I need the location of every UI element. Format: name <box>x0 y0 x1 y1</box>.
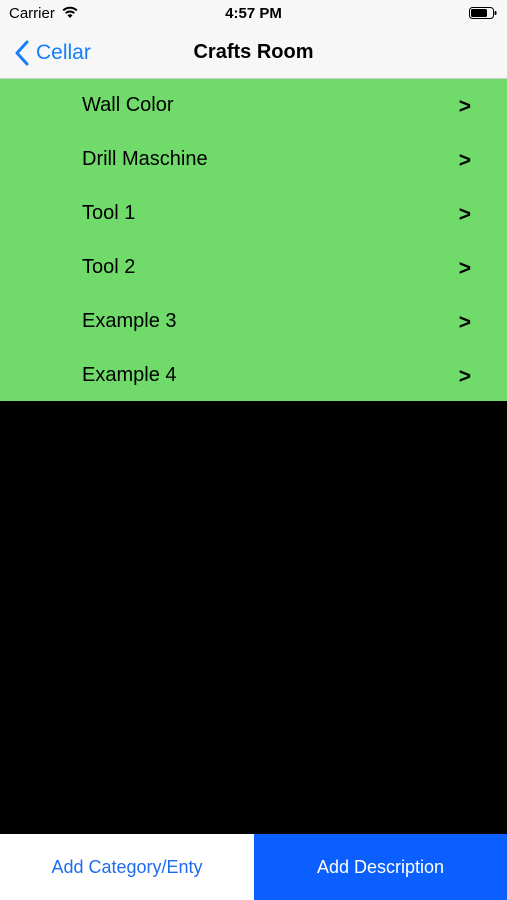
chevron-right-icon: > <box>458 203 471 226</box>
list-item[interactable]: Drill Maschine > <box>0 133 507 187</box>
chevron-right-icon: > <box>458 311 471 334</box>
battery-icon <box>469 7 497 19</box>
chevron-right-icon: > <box>458 365 471 388</box>
add-description-button[interactable]: Add Description <box>254 834 507 900</box>
list-item[interactable]: Example 4 > <box>0 349 507 403</box>
list-item[interactable]: Tool 2 > <box>0 241 507 295</box>
add-category-button[interactable]: Add Category/Enty <box>0 834 254 900</box>
list-item[interactable]: Tool 1 > <box>0 187 507 241</box>
list-item-label: Example 3 <box>82 310 177 332</box>
list-item-label: Example 4 <box>82 364 177 386</box>
chevron-right-icon: > <box>458 95 471 118</box>
list-item[interactable]: Wall Color > <box>0 79 507 133</box>
empty-content-area <box>0 401 507 834</box>
item-list: Wall Color > Drill Maschine > Tool 1 > T… <box>0 79 507 401</box>
chevron-right-icon: > <box>458 257 471 280</box>
navigation-bar: Cellar Crafts Room <box>0 27 507 79</box>
bottom-toolbar: Add Category/Enty Add Description <box>0 834 507 900</box>
status-bar: Carrier 4:57 PM <box>0 0 507 27</box>
chevron-right-icon: > <box>458 149 471 172</box>
list-item-label: Wall Color <box>82 94 174 116</box>
list-item-label: Tool 2 <box>82 256 136 278</box>
list-item-label: Tool 1 <box>82 202 136 224</box>
list-item[interactable]: Example 3 > <box>0 295 507 349</box>
page-title: Crafts Room <box>193 41 314 63</box>
list-item-label: Drill Maschine <box>82 148 208 170</box>
status-time: 4:57 PM <box>225 5 282 22</box>
